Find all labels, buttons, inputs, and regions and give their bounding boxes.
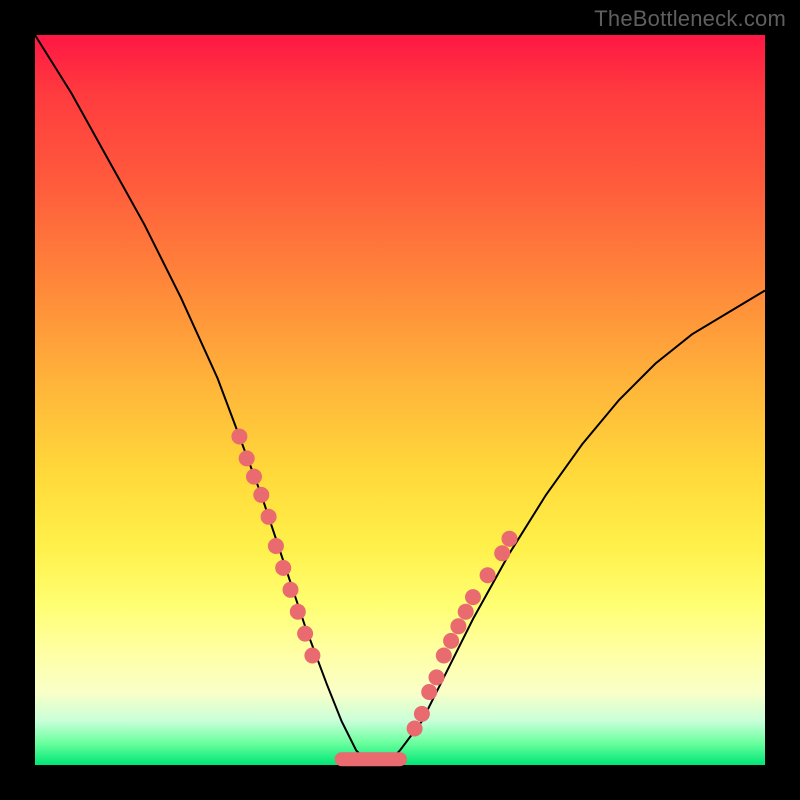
highlight-dot (297, 626, 313, 642)
highlight-dot (231, 429, 247, 445)
highlight-dot (261, 509, 277, 525)
highlight-dot (275, 560, 291, 576)
highlight-dot (458, 604, 474, 620)
highlight-dot (246, 469, 262, 485)
highlight-dot (494, 545, 510, 561)
highlight-dot (414, 706, 430, 722)
bottleneck-curve (35, 35, 765, 765)
highlight-dot (465, 589, 481, 605)
highlight-dot (407, 721, 423, 737)
highlight-dot (304, 648, 320, 664)
highlight-dot (283, 582, 299, 598)
highlight-dot (421, 684, 437, 700)
highlight-dot (290, 604, 306, 620)
highlight-dot (450, 618, 466, 634)
highlight-dot (239, 450, 255, 466)
highlight-dot (268, 538, 284, 554)
highlight-dot (480, 567, 496, 583)
highlight-dot (502, 531, 518, 547)
plot-area (35, 35, 765, 765)
highlight-dot (436, 648, 452, 664)
chart-frame: TheBottleneck.com (0, 0, 800, 800)
highlight-dot (443, 633, 459, 649)
curve-svg (35, 35, 765, 765)
highlight-dot (253, 487, 269, 503)
highlight-dot (429, 669, 445, 685)
highlight-dots (231, 429, 517, 737)
watermark-text: TheBottleneck.com (594, 6, 786, 32)
